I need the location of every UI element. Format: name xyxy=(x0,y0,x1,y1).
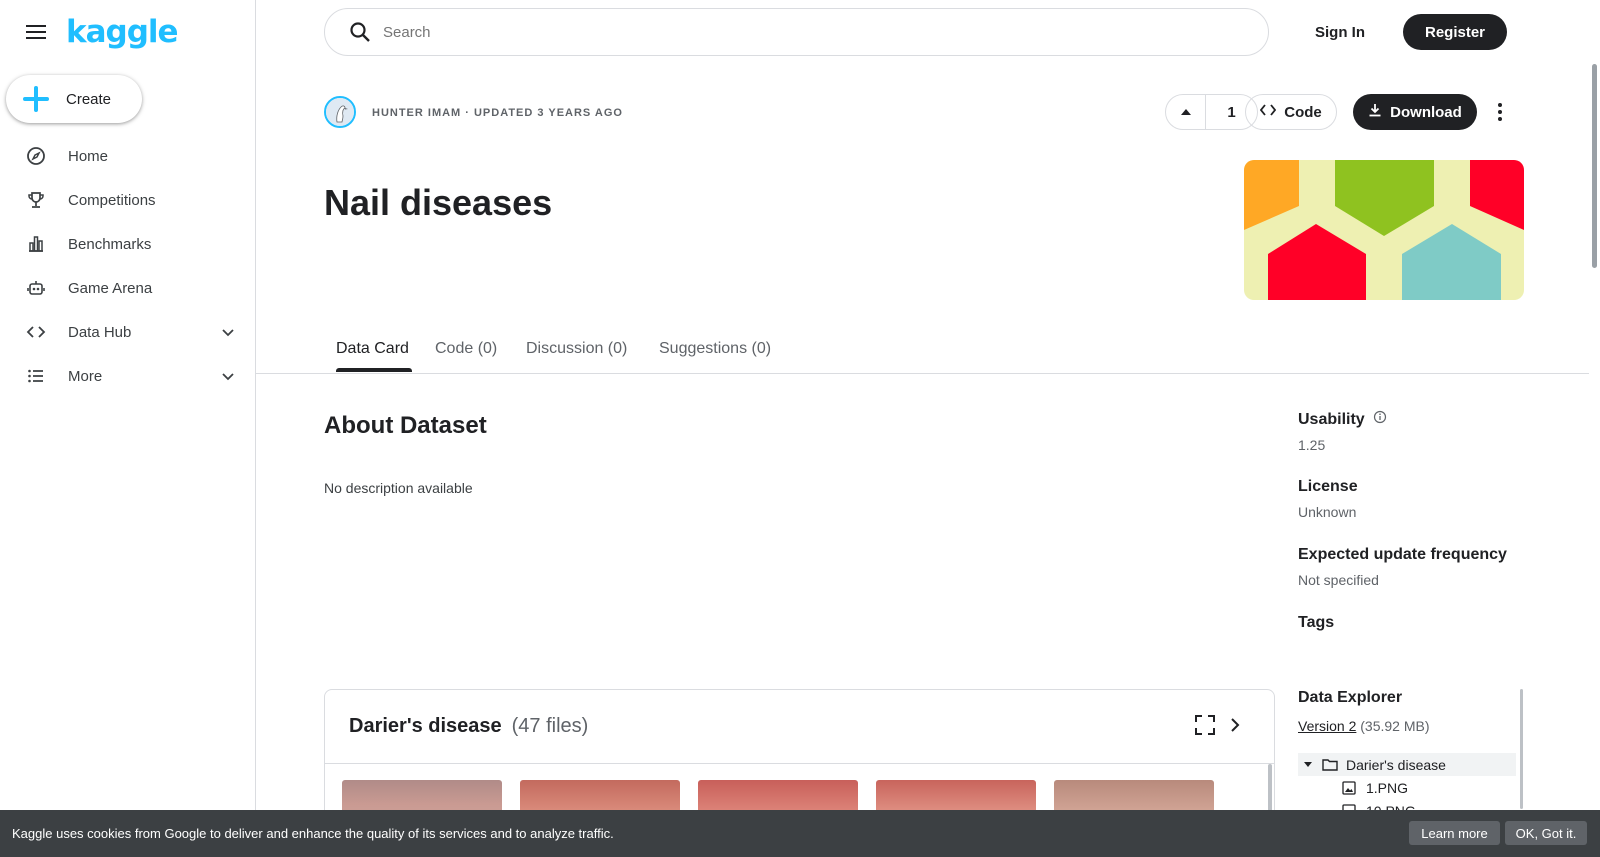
tags-section: Tags xyxy=(1298,614,1334,632)
license-value: Unknown xyxy=(1298,504,1357,520)
create-label: Create xyxy=(66,90,112,108)
info-icon[interactable] xyxy=(1373,410,1387,429)
download-button[interactable]: Download xyxy=(1353,94,1477,130)
license-section: License Unknown xyxy=(1298,478,1358,520)
tree-file-label: 1.PNG xyxy=(1366,779,1409,796)
sidebar-item-home[interactable]: Home xyxy=(0,134,256,178)
sidebar-item-game-arena[interactable]: Game Arena xyxy=(0,266,256,310)
update-frequency-value: Not specified xyxy=(1298,572,1379,588)
caret-down-icon[interactable] xyxy=(1304,762,1312,767)
sidebar-item-label: Data Hub xyxy=(68,323,132,341)
upvote-arrow-icon[interactable] xyxy=(1166,95,1206,129)
sidebar-item-more[interactable]: More xyxy=(0,354,256,398)
folder-title: Darier's disease xyxy=(349,715,502,737)
about-heading: About Dataset xyxy=(324,412,487,439)
bar-chart-icon xyxy=(26,234,46,254)
more-options-icon[interactable] xyxy=(1489,98,1511,126)
page-scrollbar[interactable] xyxy=(1589,0,1600,857)
compass-icon xyxy=(26,146,46,166)
sidebar-item-label: Competitions xyxy=(68,191,156,209)
cookie-text: Kaggle uses cookies from Google to deliv… xyxy=(12,826,614,841)
tab-code[interactable]: Code (0) xyxy=(435,340,497,358)
chevron-down-icon[interactable] xyxy=(220,368,236,384)
avatar[interactable] xyxy=(324,96,356,128)
sidebar-nav: Home Competitions Benchmarks Game Arena … xyxy=(0,134,256,398)
trophy-icon xyxy=(26,190,46,210)
tree-folder[interactable]: Darier's disease xyxy=(1298,753,1516,776)
search-icon xyxy=(349,21,371,43)
download-icon xyxy=(1368,103,1382,121)
folder-icon xyxy=(1322,758,1338,771)
kaggle-logo[interactable]: kaggle xyxy=(66,14,179,50)
chevron-down-icon[interactable] xyxy=(220,324,236,340)
usability-label: Usability xyxy=(1298,410,1365,428)
update-frequency-section: Expected update frequency Not specified xyxy=(1298,546,1507,588)
dataset-thumbnail xyxy=(1244,160,1524,300)
data-explorer-title: Data Explorer xyxy=(1298,689,1403,706)
sidebar-item-label: Game Arena xyxy=(68,279,153,297)
tree-folder-label: Darier's disease xyxy=(1346,756,1446,773)
register-button[interactable]: Register xyxy=(1403,14,1507,50)
create-button[interactable]: Create xyxy=(6,75,142,123)
tab-discussion[interactable]: Discussion (0) xyxy=(526,340,627,358)
ok-got-it-button[interactable]: OK, Got it. xyxy=(1505,821,1587,845)
file-count: (47 files) xyxy=(511,715,589,737)
data-explorer-scrollbar[interactable] xyxy=(1520,689,1523,809)
version-link[interactable]: Version 2 xyxy=(1298,718,1356,734)
usability-value: 1.25 xyxy=(1298,437,1326,453)
page-title: Nail diseases xyxy=(324,182,553,223)
sidebar: kaggle Create Home Competitions Benchmar… xyxy=(0,0,256,857)
page-scrollbar-thumb[interactable] xyxy=(1592,64,1597,268)
tree-file[interactable]: 1.PNG xyxy=(1298,776,1516,799)
about-description: No description available xyxy=(324,480,473,496)
tab-bar: Data Card Code (0) Discussion (0) Sugges… xyxy=(256,326,1589,374)
code-brackets-icon xyxy=(1260,103,1277,121)
file-preview-header: Darier's disease (47 files) xyxy=(325,690,1274,764)
license-label: License xyxy=(1298,478,1358,495)
chevron-right-icon[interactable] xyxy=(1224,714,1246,736)
learn-more-button[interactable]: Learn more xyxy=(1409,821,1500,845)
download-button-label: Download xyxy=(1390,103,1462,121)
search-input[interactable] xyxy=(383,23,1183,41)
code-brackets-icon xyxy=(26,322,46,342)
tags-label: Tags xyxy=(1298,614,1335,631)
update-frequency-label: Expected update frequency xyxy=(1298,546,1507,563)
tab-suggestions[interactable]: Suggestions (0) xyxy=(659,340,771,358)
hamburger-menu-icon[interactable] xyxy=(22,20,50,44)
sidebar-item-data-hub[interactable]: Data Hub xyxy=(0,310,256,354)
sidebar-item-competitions[interactable]: Competitions xyxy=(0,178,256,222)
sign-in-button[interactable]: Sign In xyxy=(1294,14,1386,50)
sidebar-item-label: Home xyxy=(68,147,109,165)
data-explorer-version: Version 2 (35.92 MB) xyxy=(1298,718,1430,734)
search-bar[interactable] xyxy=(324,8,1269,56)
usability-section: Usability 1.25 xyxy=(1298,410,1387,453)
robot-icon xyxy=(26,278,46,298)
code-button[interactable]: Code xyxy=(1245,94,1337,130)
plus-icon xyxy=(22,85,50,113)
dataset-size: (35.92 MB) xyxy=(1360,718,1430,734)
image-file-icon xyxy=(1342,780,1356,795)
fullscreen-icon[interactable] xyxy=(1194,714,1216,736)
code-button-label: Code xyxy=(1284,103,1322,121)
sidebar-item-benchmarks[interactable]: Benchmarks xyxy=(0,222,256,266)
tab-data-card[interactable]: Data Card xyxy=(336,340,409,358)
active-tab-indicator xyxy=(336,368,412,372)
sidebar-item-label: Benchmarks xyxy=(68,235,152,253)
author-line: HUNTER IMAM · UPDATED 3 YEARS AGO xyxy=(372,107,623,119)
list-icon xyxy=(26,366,46,386)
sidebar-item-label: More xyxy=(68,367,103,385)
cookie-banner: Kaggle uses cookies from Google to deliv… xyxy=(0,810,1600,857)
